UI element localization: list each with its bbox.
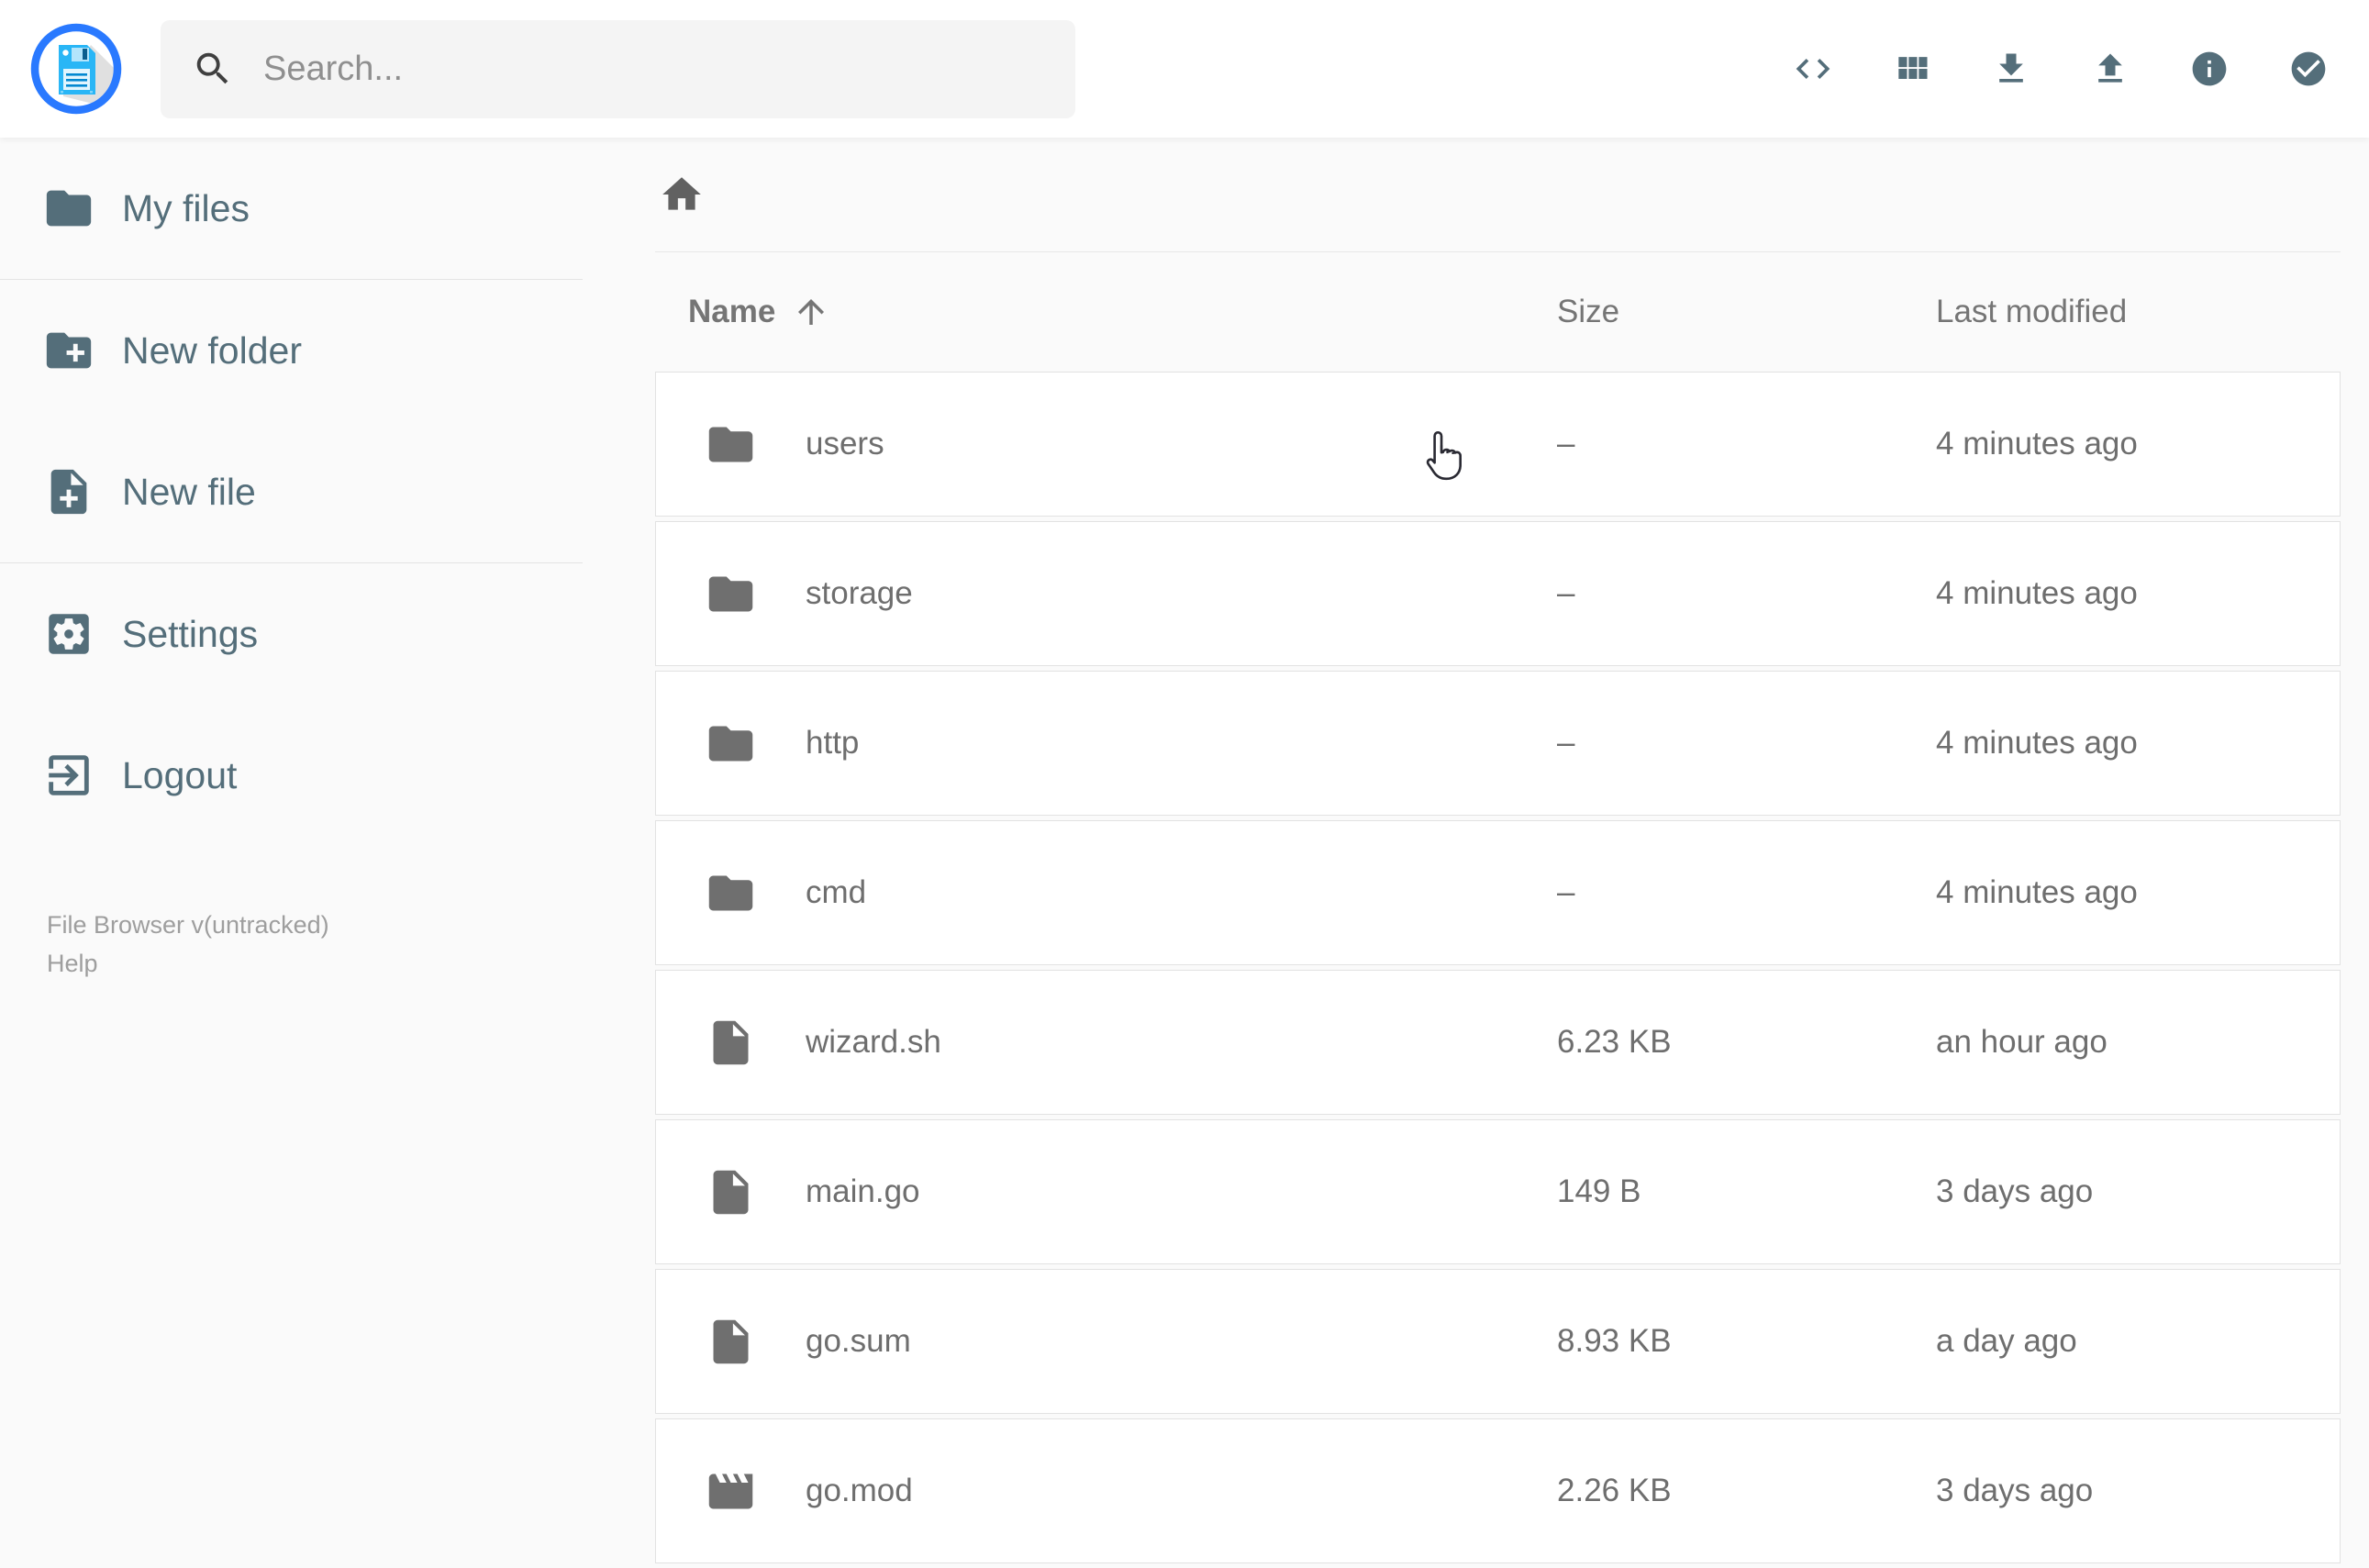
sidebar-item-label: New folder (122, 328, 302, 372)
size-cell: – (1557, 575, 1575, 611)
modified-cell: 4 minutes ago (1936, 874, 2138, 910)
sidebar-item-label: My files (122, 186, 250, 229)
file-icon (705, 1316, 757, 1368)
name-cell: http (656, 717, 1552, 770)
sort-by-size-header[interactable]: Size (1552, 294, 1931, 330)
size-cell: 2.26 KB (1557, 1473, 1672, 1508)
settings-icon (42, 607, 95, 661)
file-row-main-go[interactable]: main.go 149 B 3 days ago (655, 1119, 2341, 1264)
upload-icon (2090, 49, 2130, 89)
breadcrumb (655, 138, 2341, 251)
sidebar-item-label: Logout (122, 753, 238, 796)
app-logo-floppy-icon (30, 23, 122, 115)
size-cell: 6.23 KB (1557, 1024, 1672, 1060)
file-icon (705, 1017, 757, 1069)
info-button[interactable] (2189, 49, 2230, 89)
folder-icon (705, 717, 757, 770)
column-header-name: Name (688, 294, 776, 329)
file-rows: users – 4 minutes ago storage – 4 minute… (655, 372, 2341, 1563)
app-version-text: File Browser v(untracked) (47, 911, 329, 939)
modified-cell: 4 minutes ago (1936, 575, 2138, 611)
size-cell: – (1557, 874, 1575, 910)
file-icon (705, 1166, 757, 1218)
file-name: users (806, 426, 884, 462)
sort-by-name-header[interactable]: Name (655, 293, 1552, 331)
file-name: go.sum (806, 1323, 911, 1359)
folder-icon (42, 182, 95, 235)
file-row-wizard-sh[interactable]: wizard.sh 6.23 KB an hour ago (655, 970, 2341, 1115)
download-icon (1991, 49, 2031, 89)
file-row-storage[interactable]: storage – 4 minutes ago (655, 521, 2341, 666)
listing-header: Name Size Last modified (655, 252, 2341, 372)
size-cell: – (1557, 725, 1575, 761)
search-bar (161, 19, 1075, 118)
sidebar-footer: File Browser v(untracked) Help (47, 906, 329, 984)
sidebar: My files New folder New file Settings Lo… (0, 138, 583, 1523)
size-cell: – (1557, 426, 1575, 462)
file-name: storage (806, 575, 913, 611)
raw-view-button[interactable] (1793, 49, 1833, 89)
folder-icon (705, 568, 757, 620)
check-circle-icon (2288, 49, 2329, 89)
file-row-http[interactable]: http – 4 minutes ago (655, 671, 2341, 816)
sidebar-item-label: New file (122, 470, 256, 513)
grid-view-button[interactable] (1892, 49, 1932, 89)
size-cell: 8.93 KB (1557, 1323, 1672, 1359)
name-cell: go.mod (656, 1465, 1552, 1518)
name-cell: go.sum (656, 1316, 1552, 1368)
column-header-modified: Last modified (1936, 294, 2128, 329)
search-icon (192, 48, 234, 90)
file-listing-area: Name Size Last modified users – 4 minute… (655, 138, 2341, 1568)
select-multiple-button[interactable] (2288, 49, 2329, 89)
folder-icon (705, 418, 757, 471)
name-cell: wizard.sh (656, 1017, 1552, 1069)
file-name: wizard.sh (806, 1024, 941, 1060)
file-row-users[interactable]: users – 4 minutes ago (655, 372, 2341, 517)
sort-ascending-arrow-icon (792, 293, 830, 331)
home-icon (659, 172, 705, 217)
toolbar-actions (1793, 49, 2329, 89)
search-input[interactable] (263, 49, 1044, 89)
modified-cell: a day ago (1936, 1323, 2077, 1359)
name-cell: users (656, 418, 1552, 471)
modified-cell: 3 days ago (1936, 1473, 2094, 1508)
file-name: cmd (806, 874, 867, 910)
new-file-icon (42, 465, 95, 518)
help-link[interactable]: Help (47, 950, 98, 977)
movie-file-icon (705, 1465, 757, 1518)
new-folder-icon (42, 324, 95, 377)
sidebar-item-settings[interactable]: Settings (0, 563, 583, 705)
code-icon (1793, 49, 1833, 89)
upload-button[interactable] (2090, 49, 2130, 89)
file-row-cmd[interactable]: cmd – 4 minutes ago (655, 820, 2341, 965)
size-cell: 149 B (1557, 1173, 1641, 1209)
file-name: go.mod (806, 1473, 913, 1508)
sidebar-item-label: Settings (122, 612, 259, 655)
sidebar-item-logout[interactable]: Logout (0, 705, 583, 846)
name-cell: cmd (656, 867, 1552, 919)
modified-cell: 3 days ago (1936, 1173, 2094, 1209)
file-name: http (806, 725, 860, 761)
folder-icon (705, 867, 757, 919)
sidebar-item-my-files[interactable]: My files (0, 138, 583, 279)
modified-cell: 4 minutes ago (1936, 725, 2138, 761)
download-button[interactable] (1991, 49, 2031, 89)
sidebar-item-new-file[interactable]: New file (0, 421, 583, 562)
sidebar-item-new-folder[interactable]: New folder (0, 280, 583, 421)
breadcrumb-home-button[interactable] (659, 172, 705, 217)
sort-by-modified-header[interactable]: Last modified (1931, 294, 2341, 330)
logout-icon (42, 749, 95, 802)
modified-cell: an hour ago (1936, 1024, 2108, 1060)
top-bar (0, 0, 2369, 138)
modified-cell: 4 minutes ago (1936, 426, 2138, 462)
name-cell: storage (656, 568, 1552, 620)
column-header-size: Size (1557, 294, 1620, 329)
file-row-go-sum[interactable]: go.sum 8.93 KB a day ago (655, 1269, 2341, 1414)
name-cell: main.go (656, 1166, 1552, 1218)
info-icon (2189, 49, 2230, 89)
file-row-go-mod[interactable]: go.mod 2.26 KB 3 days ago (655, 1418, 2341, 1563)
file-name: main.go (806, 1173, 920, 1209)
grid-view-icon (1892, 49, 1932, 89)
